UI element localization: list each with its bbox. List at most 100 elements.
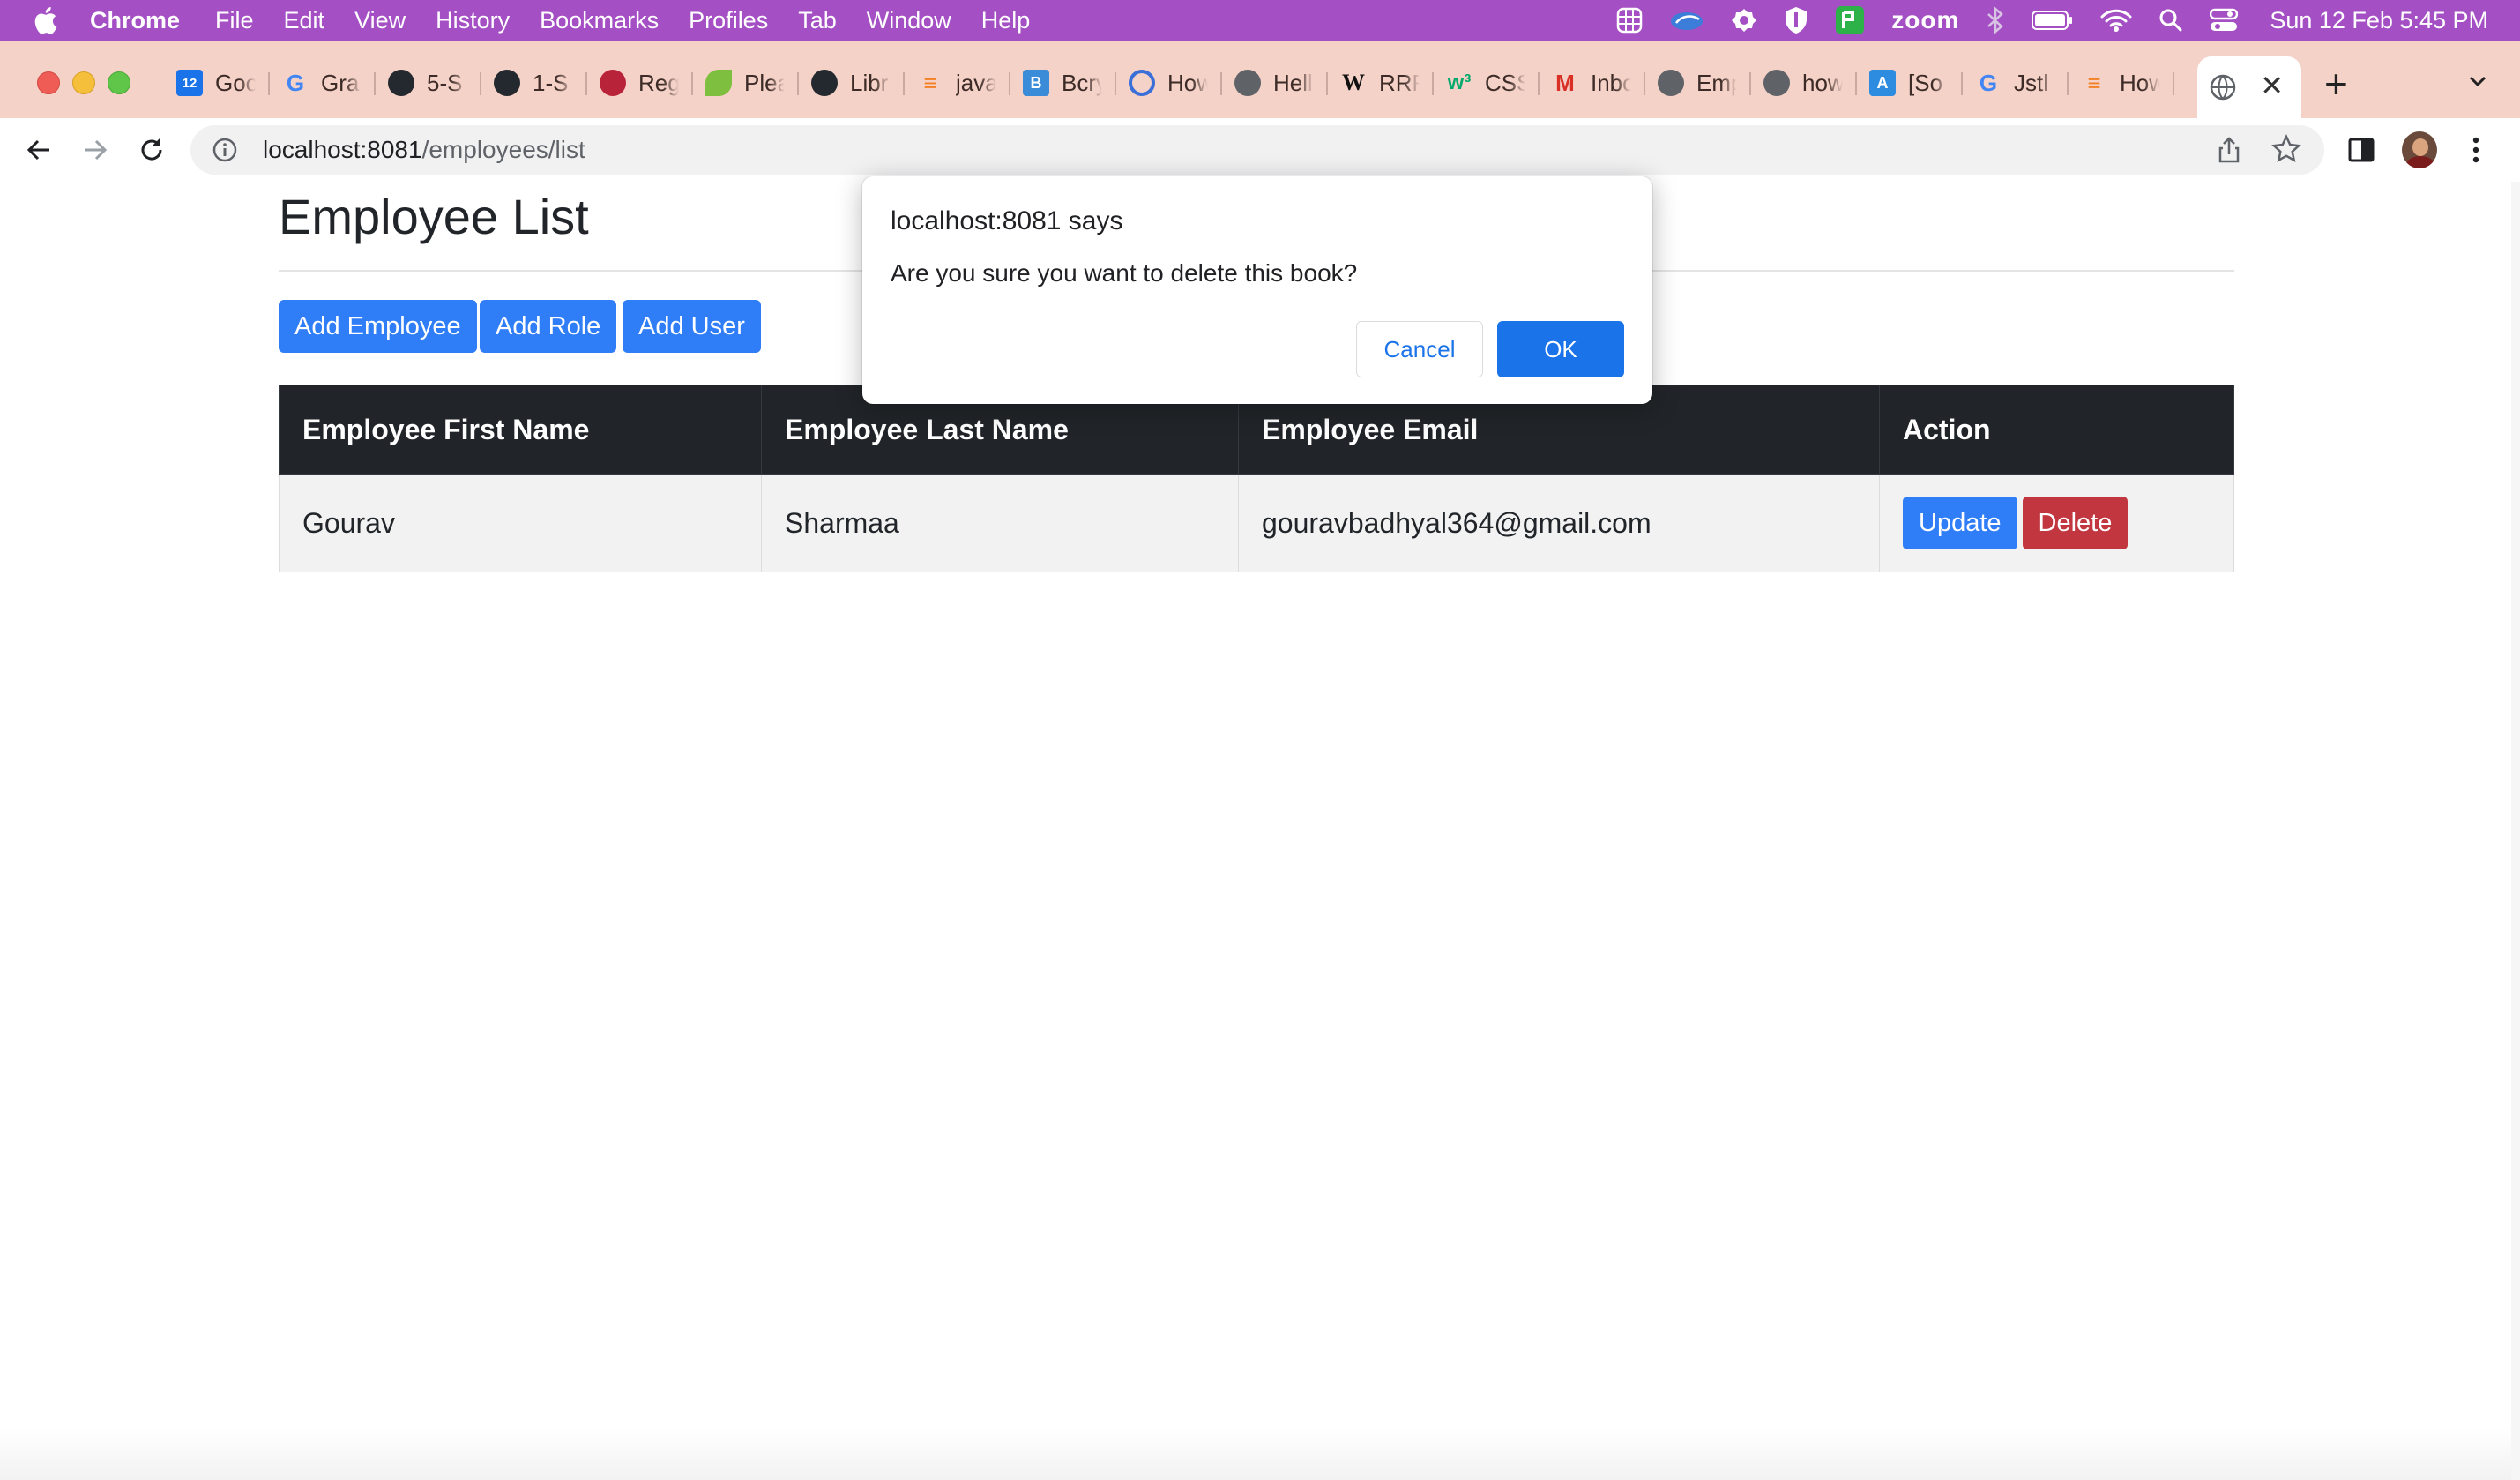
avatar xyxy=(2402,131,2437,168)
forward-button[interactable] xyxy=(78,132,113,168)
browser-tab[interactable]: G Jstl xyxy=(1963,56,2069,109)
menu-bar-status-area: zoom Sun 12 Feb 5:45 PM xyxy=(1590,0,2488,41)
stackoverflow-icon: ≡ xyxy=(2087,69,2101,96)
browser-tab[interactable]: Reg xyxy=(587,56,693,109)
browser-tab[interactable]: Libr xyxy=(799,56,905,109)
browser-tab[interactable]: 5-S xyxy=(376,56,481,109)
browser-tab[interactable]: 12 Goo xyxy=(164,56,270,109)
cloud-app-icon[interactable] xyxy=(1669,9,1704,32)
browser-tab[interactable]: A [So xyxy=(1857,56,1963,109)
back-button[interactable] xyxy=(21,132,56,168)
profile-button[interactable] xyxy=(2402,131,2437,168)
browser-tab[interactable]: w³ CSS xyxy=(1434,56,1540,109)
browser-tab[interactable]: ≡ How xyxy=(2069,56,2174,109)
window-minimize-button[interactable] xyxy=(72,71,95,94)
chevron-down-icon[interactable] xyxy=(2467,71,2488,92)
add-user-button[interactable]: Add User xyxy=(623,300,761,353)
spotlight-search-icon[interactable] xyxy=(2158,8,2183,33)
github-icon xyxy=(494,70,520,96)
close-tab-icon[interactable]: ✕ xyxy=(2260,69,2284,102)
tab-title: RRF xyxy=(1379,69,1420,96)
menu-bar-clock[interactable]: Sun 12 Feb 5:45 PM xyxy=(2270,7,2488,34)
browser-tab[interactable]: W RRF xyxy=(1328,56,1434,109)
confirm-dialog: localhost:8081 says Are you sure you wan… xyxy=(862,176,1652,404)
tab-title: How xyxy=(1167,69,1208,96)
bluetooth-icon[interactable] xyxy=(1986,6,2005,34)
employee-table: Employee First Name Employee Last Name E… xyxy=(279,385,2234,572)
cell-last-name: Sharmaa xyxy=(761,474,1239,572)
menu-tab[interactable]: Tab xyxy=(798,7,837,34)
bookmark-star-icon[interactable] xyxy=(2271,134,2301,164)
url-text[interactable]: localhost:8081/employees/list xyxy=(263,136,585,164)
share-icon[interactable] xyxy=(2215,136,2243,164)
cell-email: gouravbadhyal364@gmail.com xyxy=(1238,474,1880,572)
tab-title: java xyxy=(956,69,996,96)
new-tab-button[interactable]: + xyxy=(2324,64,2348,104)
reload-button[interactable] xyxy=(134,132,169,168)
menu-edit[interactable]: Edit xyxy=(284,7,325,34)
tab-title: Plea xyxy=(744,69,785,96)
browser-tab[interactable]: 1-S xyxy=(481,56,587,109)
wikipedia-icon: W xyxy=(1342,70,1365,95)
add-role-button[interactable]: Add Role xyxy=(480,300,617,353)
tab-title: Inbo xyxy=(1591,69,1631,96)
update-button[interactable]: Update xyxy=(1903,497,2017,549)
menu-view[interactable]: View xyxy=(354,7,406,34)
zoom-status-text[interactable]: zoom xyxy=(1891,6,1959,34)
window-right-edge xyxy=(2511,182,2520,1480)
menu-app-chrome[interactable]: Chrome xyxy=(90,7,180,34)
battery-icon xyxy=(2032,10,2074,31)
tab-title: Libr xyxy=(850,69,889,96)
menu-help[interactable]: Help xyxy=(981,7,1031,34)
browser-tab[interactable]: Hell xyxy=(1222,56,1328,109)
browser-tab[interactable]: Emp xyxy=(1645,56,1751,109)
google-icon: G xyxy=(286,69,305,96)
site-info-icon[interactable] xyxy=(212,137,238,163)
active-tab[interactable]: ✕ xyxy=(2197,56,2301,118)
browser-toolbar: localhost:8081/employees/list xyxy=(0,118,2520,182)
more-vert-icon xyxy=(2472,137,2479,163)
side-panel-button[interactable] xyxy=(2344,132,2379,168)
grid-app-icon[interactable] xyxy=(1616,7,1643,34)
gmail-icon: M xyxy=(1555,69,1575,96)
browser-tab[interactable]: G Gra xyxy=(270,56,376,109)
apple-logo-icon[interactable] xyxy=(32,6,58,34)
tab-title: how xyxy=(1802,69,1843,96)
menu-file[interactable]: File xyxy=(215,7,254,34)
browser-tab[interactable]: how xyxy=(1751,56,1857,109)
dialog-ok-button[interactable]: OK xyxy=(1497,321,1624,377)
delete-button[interactable]: Delete xyxy=(2022,497,2129,549)
shield-vpn-icon[interactable] xyxy=(1784,6,1808,34)
w3schools-icon: w³ xyxy=(1447,71,1472,94)
menu-history[interactable]: History xyxy=(436,7,510,34)
url-path: /employees/list xyxy=(421,136,585,163)
github-icon xyxy=(811,70,838,96)
control-center-icon[interactable] xyxy=(2210,8,2239,33)
menu-profiles[interactable]: Profiles xyxy=(689,7,768,34)
browser-tab[interactable]: B Bcry xyxy=(1010,56,1116,109)
menu-window[interactable]: Window xyxy=(867,7,951,34)
address-bar[interactable]: localhost:8081/employees/list xyxy=(190,125,2324,175)
browser-tab[interactable]: M Inbo xyxy=(1540,56,1645,109)
gear-badge-icon[interactable] xyxy=(1731,7,1757,34)
window-close-button[interactable] xyxy=(37,71,60,94)
add-employee-button[interactable]: Add Employee xyxy=(279,300,477,353)
menu-bookmarks[interactable]: Bookmarks xyxy=(540,7,659,34)
site-icon: A xyxy=(1869,70,1896,96)
browser-tab[interactable]: Plea xyxy=(693,56,799,109)
green-app-icon[interactable] xyxy=(1835,5,1865,35)
chrome-menu-button[interactable] xyxy=(2458,132,2494,168)
dialog-cancel-button[interactable]: Cancel xyxy=(1356,321,1483,377)
wifi-icon[interactable] xyxy=(2100,8,2132,33)
macos-menu-bar: Chrome File Edit View History Bookmarks … xyxy=(0,0,2520,41)
window-zoom-button[interactable] xyxy=(108,71,130,94)
browser-tab[interactable]: ≡ java xyxy=(905,56,1010,109)
cell-first-name: Gourav xyxy=(279,474,762,572)
arrow-left-icon xyxy=(26,139,49,161)
column-header-first-name: Employee First Name xyxy=(279,385,762,475)
tab-title: Gra xyxy=(321,69,360,96)
dialog-message: Are you sure you want to delete this boo… xyxy=(891,259,1358,287)
browser-tab[interactable]: How xyxy=(1116,56,1222,109)
tab-title: Reg xyxy=(638,69,679,96)
google-icon: G xyxy=(1979,69,1998,96)
